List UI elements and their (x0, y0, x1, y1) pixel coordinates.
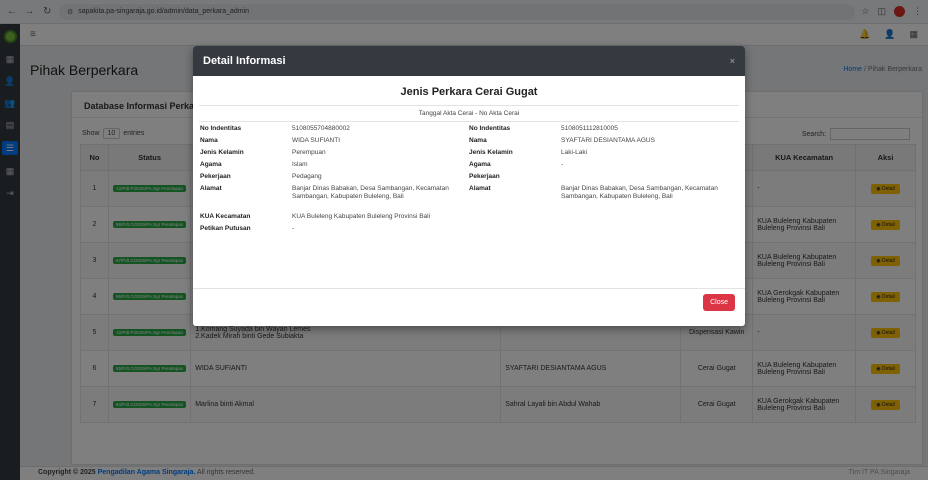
modal-header: Detail Informasi × (193, 46, 745, 76)
info-row: No Indentitas 5108051112810005 (469, 125, 738, 137)
info-row: Agama - (469, 161, 738, 173)
info-value: Pedagang (292, 173, 322, 180)
info-value: Islam (292, 161, 308, 168)
modal-footer: Close (193, 288, 745, 326)
info-value: SYAFTARI DESIANTAMA AGUS (561, 137, 655, 144)
info-label: Agama (469, 161, 491, 168)
party2-info: No Indentitas 5108051112810005 Nama SYAFTAR… (469, 125, 738, 237)
info-label: Alamat (469, 185, 491, 192)
info-value: 5108055704880002 (292, 125, 350, 132)
info-label: Jenis Kelamin (200, 149, 244, 156)
info-label: No Indentitas (469, 125, 511, 132)
info-label: Pekerjaan (469, 173, 500, 180)
info-label: KUA Kecamatan (200, 213, 251, 220)
info-row: KUA Kecamatan KUA Buleleng Kabupaten Bule… (200, 213, 469, 225)
info-label: Alamat (200, 185, 222, 192)
info-row: Nama WIDA SUFIANTI (200, 137, 469, 149)
info-label: Nama (469, 137, 487, 144)
info-row: Jenis Kelamin Laki-Laki (469, 149, 738, 161)
info-value: Laki-Laki (561, 149, 588, 156)
info-value: Banjar Dinas Babakan, Desa Sambangan, Ke… (561, 185, 718, 200)
modal-case-title: Jenis Perkara Cerai Gugat (199, 86, 739, 106)
close-icon[interactable]: × (730, 56, 735, 66)
info-value: WIDA SUFIANTI (292, 137, 341, 144)
info-value: - (561, 161, 564, 168)
close-button[interactable]: Close (703, 294, 735, 311)
info-value: KUA Buleleng Kabupaten Buleleng Provinsi… (292, 213, 431, 220)
info-value: 5108051112810005 (561, 125, 618, 132)
info-value: - (292, 225, 295, 232)
info-value: Banjar Dinas Babakan, Desa Sambangan, Ke… (292, 185, 449, 200)
party1-info: No Indentitas 5108055704880002 Nama WIDA SU… (200, 125, 469, 237)
detail-modal: Detail Informasi × Jenis Perkara Cerai G… (193, 46, 745, 326)
info-row: Alamat Banjar Dinas Babakan, Desa Sambang… (469, 185, 738, 213)
modal-header-title: Detail Informasi (203, 55, 286, 67)
info-row: Agama Islam (200, 161, 469, 173)
info-row: Jenis Kelamin Perempuan (200, 149, 469, 161)
info-label: Petikan Putusan (200, 225, 251, 232)
info-value (561, 173, 738, 185)
info-row: Petikan Putusan - (200, 225, 469, 237)
info-row: Pekerjaan Pedagang (200, 173, 469, 185)
info-label: Agama (200, 161, 222, 168)
info-label: Nama (200, 137, 218, 144)
info-row: Nama SYAFTARI DESIANTAMA AGUS (469, 137, 738, 149)
info-row: No Indentitas 5108055704880002 (200, 125, 469, 137)
info-row: Pekerjaan (469, 173, 738, 185)
info-label: Jenis Kelamin (469, 149, 513, 156)
info-value: Perempuan (292, 149, 326, 156)
info-label: No Indentitas (200, 125, 242, 132)
modal-subtitle: Tanggal Akta Cerai - No Akta Cerai (199, 106, 739, 122)
info-label: Pekerjaan (200, 173, 231, 180)
info-row: Alamat Banjar Dinas Babakan, Desa Sambang… (200, 185, 469, 213)
